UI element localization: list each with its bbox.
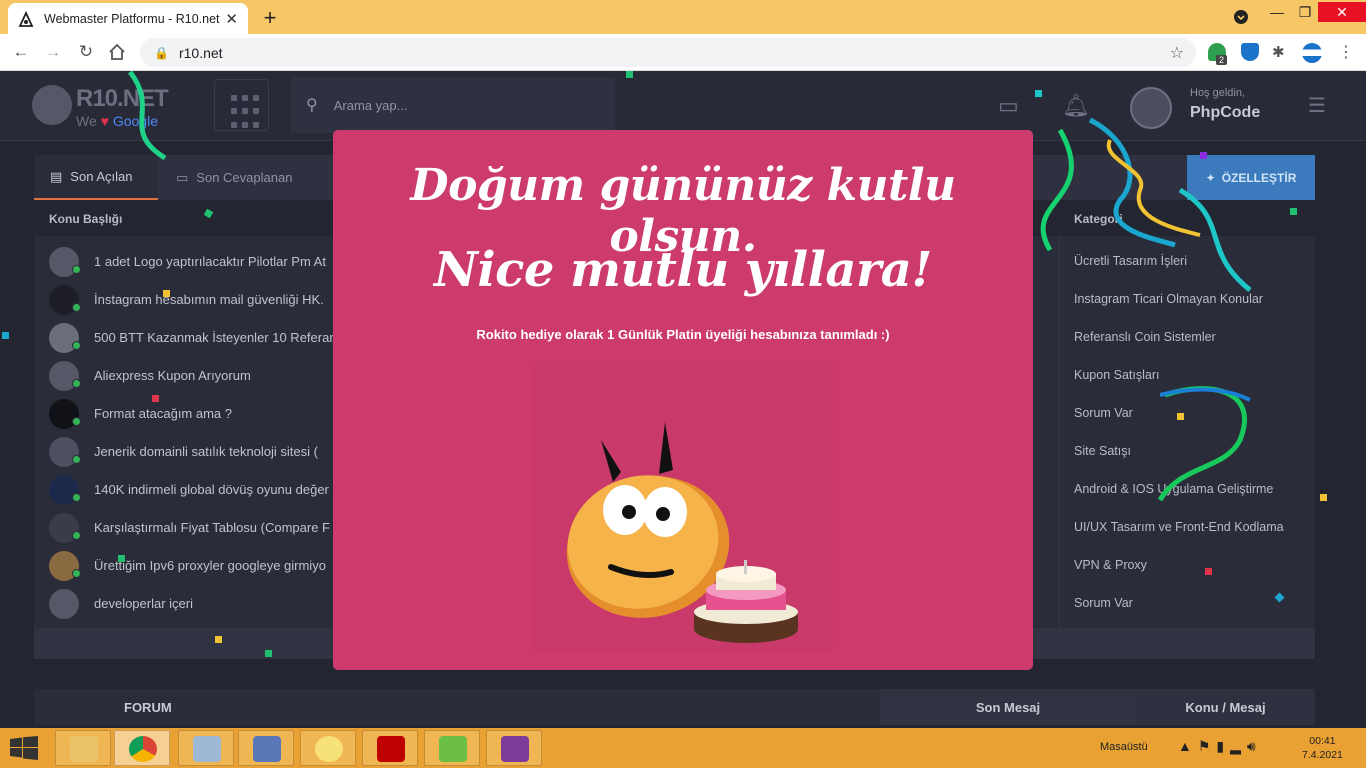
confetti (626, 71, 633, 78)
notepad-icon (439, 736, 467, 762)
windows-taskbar: Masaüstü ▲⚑▮▂🔊︎ 00:41 7.4.2021 (0, 728, 1366, 768)
confetti (1177, 413, 1184, 420)
confetti (152, 395, 159, 402)
winrar-icon (501, 736, 529, 762)
taskbar-app[interactable] (300, 730, 356, 766)
clock[interactable]: 00:41 7.4.2021 (1302, 734, 1343, 762)
confetti (215, 636, 222, 643)
taskbar-explorer[interactable] (55, 730, 111, 766)
desktop-label[interactable]: Masaüstü (1100, 741, 1148, 753)
birthday-modal: Doğum gününüz kutlu olsun. Nice mutlu yı… (333, 130, 1033, 670)
filezilla-icon (377, 736, 405, 762)
date: 7.4.2021 (1302, 749, 1343, 761)
confetti (1035, 90, 1042, 97)
taskbar-monitor[interactable] (178, 730, 234, 766)
chrome-icon (129, 736, 157, 762)
explorer-icon (70, 736, 98, 762)
confetti (2, 332, 9, 339)
taskbar-network[interactable] (238, 730, 294, 766)
mascot-with-cake (533, 362, 833, 652)
confetti (1290, 208, 1297, 215)
confetti (163, 290, 170, 297)
confetti (1200, 152, 1207, 159)
windows-start-icon[interactable] (10, 736, 38, 760)
confetti (1205, 568, 1212, 575)
app-icon (315, 736, 343, 762)
taskbar-notepad[interactable] (424, 730, 480, 766)
network-icon (253, 736, 281, 762)
gift-message: Rokito hediye olarak 1 Günlük Platin üye… (476, 327, 890, 342)
taskbar-winrar[interactable] (486, 730, 542, 766)
monitor-icon (193, 736, 221, 762)
confetti (265, 650, 272, 657)
birthday-subheading: Nice mutlu yıllara! (434, 242, 932, 298)
confetti (118, 555, 125, 562)
taskbar-chrome[interactable] (114, 730, 170, 766)
system-tray[interactable]: ▲⚑▮▂🔊︎ (1178, 738, 1262, 755)
taskbar-filezilla[interactable] (362, 730, 418, 766)
confetti (1320, 494, 1327, 501)
time: 00:41 (1309, 735, 1336, 747)
